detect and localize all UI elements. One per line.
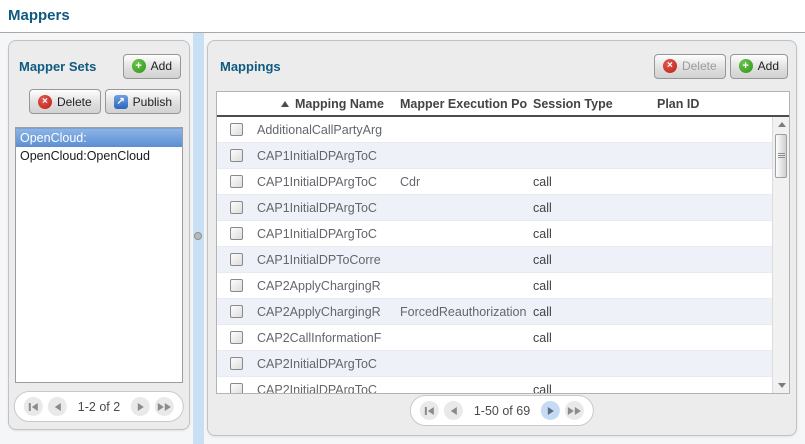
mappings-title: Mappings bbox=[220, 59, 281, 74]
cell-mapping-name: CAP2InitialDPArgToC bbox=[257, 357, 400, 371]
table-row[interactable]: CAP1InitialDPToCorre call bbox=[217, 247, 774, 273]
cell-mapping-name: CAP1InitialDPArgToC bbox=[257, 149, 400, 163]
row-checkbox[interactable] bbox=[230, 227, 243, 240]
cell-session-type: call bbox=[533, 331, 657, 345]
row-checkbox[interactable] bbox=[230, 357, 243, 370]
mapper-sets-publish-button[interactable]: ↗ Publish bbox=[105, 89, 181, 114]
cell-session-type: call bbox=[533, 201, 657, 215]
page-title: Mappers bbox=[8, 7, 70, 24]
row-checkbox[interactable] bbox=[230, 331, 243, 344]
table-row[interactable]: CAP1InitialDPArgToC call bbox=[217, 221, 774, 247]
cell-session-type: call bbox=[533, 279, 657, 293]
table-row[interactable]: CAP1InitialDPArgToCCdrcall bbox=[217, 169, 774, 195]
row-checkbox[interactable] bbox=[230, 201, 243, 214]
column-header-session-type[interactable]: Session Type bbox=[533, 97, 657, 111]
mapper-sets-pager: 1-2 of 2 bbox=[14, 391, 184, 422]
list-item[interactable]: OpenCloud: bbox=[16, 128, 182, 147]
scroll-down-icon[interactable] bbox=[773, 378, 789, 393]
splitter-handle-icon[interactable] bbox=[194, 232, 202, 240]
pager-first-icon[interactable] bbox=[24, 397, 43, 416]
scroll-up-icon[interactable] bbox=[773, 117, 789, 132]
title-bar: Mappers bbox=[0, 0, 805, 33]
table-row[interactable]: AdditionalCallPartyArg bbox=[217, 117, 774, 143]
row-checkbox[interactable] bbox=[230, 253, 243, 266]
table-row[interactable]: CAP1InitialDPArgToC bbox=[217, 143, 774, 169]
panel-splitter[interactable] bbox=[193, 33, 204, 444]
cell-session-type: call bbox=[533, 305, 657, 319]
mappings-add-button[interactable]: + Add bbox=[730, 54, 788, 79]
mapper-sets-list: OpenCloud:OpenCloud:OpenCloud bbox=[15, 127, 183, 383]
table-row[interactable]: CAP2ApplyChargingR call bbox=[217, 273, 774, 299]
table-row[interactable]: CAP2InitialDPArgToC call bbox=[217, 377, 774, 393]
cell-mapping-name: AdditionalCallPartyArg bbox=[257, 123, 400, 137]
cell-execution-point: ForcedReauthorization bbox=[400, 305, 533, 319]
add-plus-icon: + bbox=[739, 59, 753, 73]
delete-cross-icon: × bbox=[663, 59, 677, 73]
mappings-pager: 1-50 of 69 bbox=[410, 395, 594, 426]
cell-session-type: call bbox=[533, 175, 657, 189]
scrollbar-grip-icon bbox=[778, 153, 785, 158]
table-row[interactable]: CAP2InitialDPArgToC bbox=[217, 351, 774, 377]
table-row[interactable]: CAP2ApplyChargingRForcedReauthorizationc… bbox=[217, 299, 774, 325]
pager-first-icon[interactable] bbox=[420, 401, 439, 420]
cell-session-type: call bbox=[533, 383, 657, 394]
cell-mapping-name: CAP2ApplyChargingR bbox=[257, 305, 400, 319]
pager-next-icon[interactable] bbox=[131, 397, 150, 416]
row-checkbox[interactable] bbox=[230, 175, 243, 188]
column-header-plan-id[interactable]: Plan ID bbox=[657, 97, 789, 111]
add-plus-icon: + bbox=[132, 59, 146, 73]
list-item[interactable]: OpenCloud:OpenCloud bbox=[16, 147, 182, 166]
pager-prev-icon[interactable] bbox=[444, 401, 463, 420]
mapper-sets-panel: Mapper Sets + Add × Delete ↗ Publish Ope… bbox=[8, 40, 190, 430]
table-scrollbar[interactable] bbox=[772, 117, 789, 393]
cell-session-type: call bbox=[533, 227, 657, 241]
mappings-table: Mapping Name Mapper Execution Po Session… bbox=[216, 91, 790, 394]
pager-prev-icon[interactable] bbox=[48, 397, 67, 416]
pager-last-icon[interactable] bbox=[155, 397, 174, 416]
mappings-delete-button[interactable]: × Delete bbox=[654, 54, 726, 79]
mapper-sets-title: Mapper Sets bbox=[19, 59, 96, 74]
pager-last-icon[interactable] bbox=[565, 401, 584, 420]
sort-ascending-icon bbox=[281, 101, 289, 107]
mappings-panel: Mappings × Delete + Add Mapping Name bbox=[207, 40, 797, 436]
delete-cross-icon: × bbox=[38, 95, 52, 109]
table-row[interactable]: CAP2CallInformationF call bbox=[217, 325, 774, 351]
mapper-sets-add-button[interactable]: + Add bbox=[123, 54, 181, 79]
cell-mapping-name: CAP2InitialDPArgToC bbox=[257, 383, 400, 394]
cell-session-type: call bbox=[533, 253, 657, 267]
publish-arrow-icon: ↗ bbox=[114, 95, 128, 109]
cell-mapping-name: CAP2CallInformationF bbox=[257, 331, 400, 345]
pager-range-text: 1-2 of 2 bbox=[78, 400, 120, 414]
scrollbar-thumb[interactable] bbox=[775, 134, 787, 178]
row-checkbox[interactable] bbox=[230, 383, 243, 393]
row-checkbox[interactable] bbox=[230, 123, 243, 136]
mappers-screen: Mappers Mapper Sets + Add × Delete ↗ Pub… bbox=[0, 0, 805, 444]
cell-mapping-name: CAP2ApplyChargingR bbox=[257, 279, 400, 293]
row-checkbox[interactable] bbox=[230, 279, 243, 292]
cell-mapping-name: CAP1InitialDPToCorre bbox=[257, 253, 400, 267]
row-checkbox[interactable] bbox=[230, 149, 243, 162]
pager-range-text: 1-50 of 69 bbox=[474, 404, 530, 418]
cell-mapping-name: CAP1InitialDPArgToC bbox=[257, 201, 400, 215]
column-header-execution-point[interactable]: Mapper Execution Po bbox=[400, 97, 533, 111]
table-row[interactable]: CAP1InitialDPArgToC call bbox=[217, 195, 774, 221]
cell-mapping-name: CAP1InitialDPArgToC bbox=[257, 227, 400, 241]
cell-execution-point: Cdr bbox=[400, 175, 533, 189]
mappings-table-body: AdditionalCallPartyArg CAP1InitialDPArgTo… bbox=[217, 117, 789, 393]
mappings-table-header: Mapping Name Mapper Execution Po Session… bbox=[217, 92, 789, 117]
mapper-sets-delete-button[interactable]: × Delete bbox=[29, 89, 101, 114]
column-header-mapping-name[interactable]: Mapping Name bbox=[257, 97, 400, 111]
row-checkbox[interactable] bbox=[230, 305, 243, 318]
pager-next-icon[interactable] bbox=[541, 401, 560, 420]
cell-mapping-name: CAP1InitialDPArgToC bbox=[257, 175, 400, 189]
